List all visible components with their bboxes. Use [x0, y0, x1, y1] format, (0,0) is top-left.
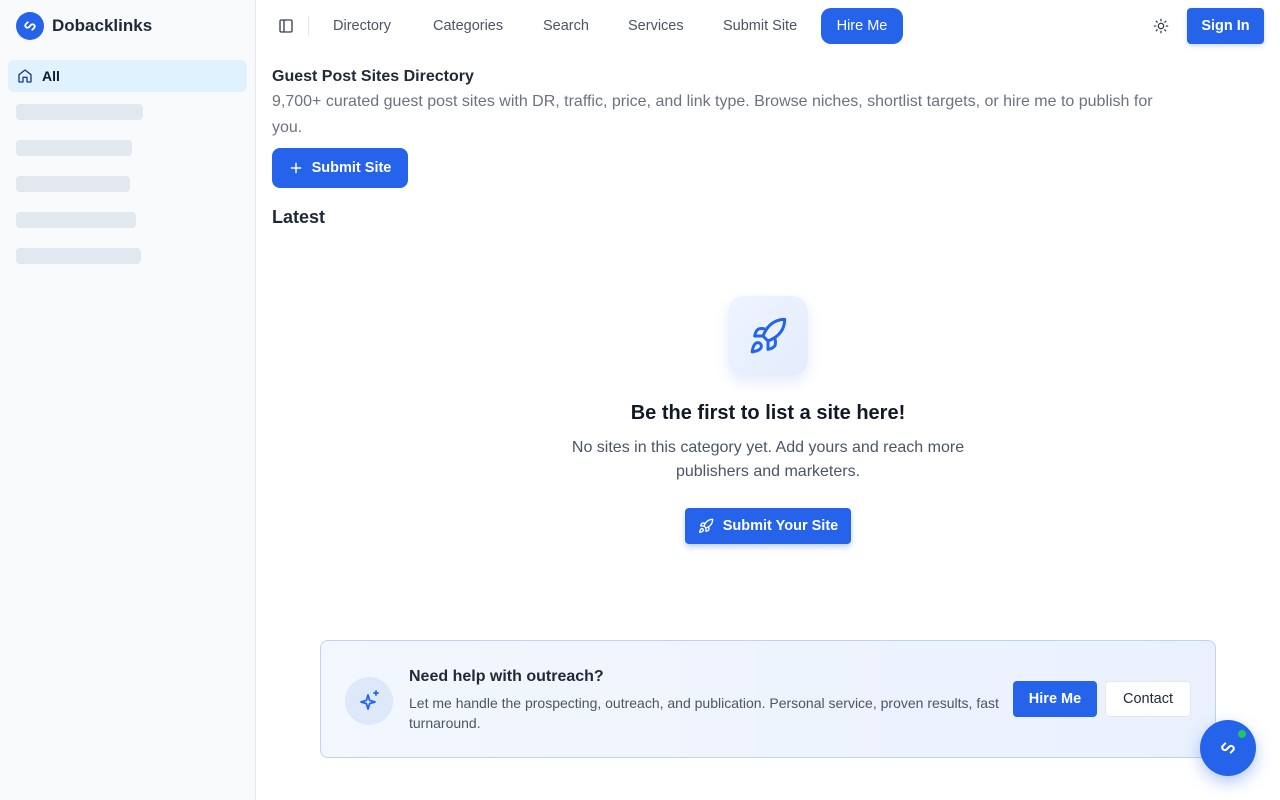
brand-link-icon — [16, 12, 44, 40]
outreach-cta-banner: Need help with outreach? Let me handle t… — [320, 640, 1216, 758]
sign-in-button[interactable]: Sign In — [1187, 8, 1264, 44]
submit-site-label: Submit Site — [311, 160, 392, 176]
nav-submit-site[interactable]: Submit Site — [723, 14, 797, 38]
top-navigation: Directory Categories Search Services Sub… — [256, 0, 1280, 52]
rocket-icon — [698, 518, 714, 534]
cta-hire-me-button[interactable]: Hire Me — [1013, 681, 1097, 717]
nav-categories[interactable]: Categories — [433, 14, 503, 38]
brand-link-icon — [1217, 737, 1239, 759]
rocket-icon — [728, 296, 808, 376]
online-status-dot — [1236, 728, 1248, 740]
sidebar: Dobacklinks All — [0, 0, 256, 800]
sidebar-item-label: All — [42, 68, 60, 84]
sidebar-item-all[interactable]: All — [8, 60, 247, 92]
sidebar-skeleton-item — [16, 248, 141, 264]
home-icon — [17, 68, 33, 84]
chat-launcher-button[interactable] — [1200, 720, 1256, 776]
brand-name: Dobacklinks — [52, 16, 153, 35]
page-description: 9,700+ curated guest post sites with DR,… — [272, 93, 1153, 136]
submit-your-site-button[interactable]: Submit Your Site — [685, 508, 851, 544]
sidebar-skeleton-item — [16, 212, 136, 228]
brand[interactable]: Dobacklinks — [16, 12, 152, 40]
nav-divider — [308, 16, 309, 36]
sidebar-skeleton-item — [16, 176, 130, 192]
sun-icon[interactable] — [1151, 16, 1171, 36]
submit-your-site-label: Submit Your Site — [722, 518, 839, 534]
sidebar-skeleton-item — [16, 140, 132, 156]
sidebar-skeleton-item — [16, 104, 143, 120]
nav-services[interactable]: Services — [628, 14, 684, 38]
section-title-latest: Latest — [272, 207, 326, 227]
empty-state-description: No sites in this category yet. Add yours… — [571, 439, 965, 480]
nav-hire-me-button[interactable]: Hire Me — [821, 8, 903, 44]
plus-icon — [289, 161, 303, 175]
nav-directory[interactable]: Directory — [333, 14, 391, 38]
empty-state-title: Be the first to list a site here! — [630, 402, 906, 424]
sidebar-toggle-icon[interactable] — [276, 16, 296, 36]
page-title: Guest Post Sites Directory — [272, 68, 474, 85]
cta-contact-button[interactable]: Contact — [1105, 681, 1191, 717]
sparkles-icon — [345, 677, 393, 725]
nav-search[interactable]: Search — [543, 14, 589, 38]
cta-description: Let me handle the prospecting, outreach,… — [409, 695, 999, 731]
submit-site-button[interactable]: Submit Site — [272, 148, 408, 188]
cta-title: Need help with outreach? — [409, 668, 604, 685]
